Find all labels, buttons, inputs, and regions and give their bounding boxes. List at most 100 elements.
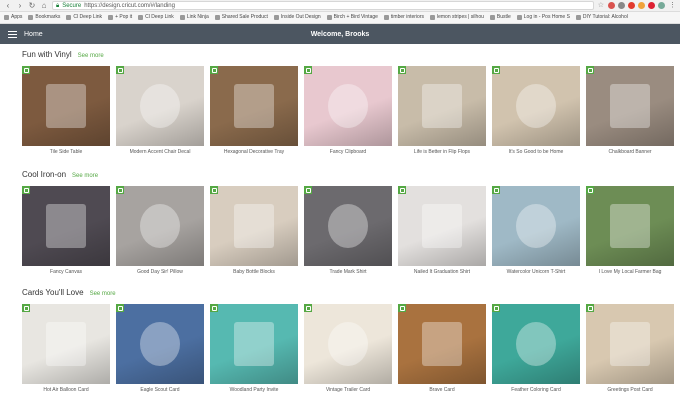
- project-thumbnail[interactable]: [304, 186, 392, 266]
- extension-icon[interactable]: [638, 2, 645, 9]
- project-thumbnail[interactable]: [492, 186, 580, 266]
- project-card[interactable]: Baby Bottle Blocks: [210, 186, 298, 275]
- project-title[interactable]: Trade Mark Shirt: [304, 269, 392, 275]
- project-thumbnail[interactable]: [304, 66, 392, 146]
- project-card[interactable]: Hexagonal Decorative Tray: [210, 66, 298, 155]
- project-title[interactable]: Tile Side Table: [22, 149, 110, 155]
- extension-icon[interactable]: [608, 2, 615, 9]
- project-title[interactable]: It's So Good to be Home: [492, 149, 580, 155]
- home-icon[interactable]: ⌂: [40, 1, 48, 10]
- project-title[interactable]: Nailed It Graduation Shirt: [398, 269, 486, 275]
- project-card[interactable]: Tile Side Table: [22, 66, 110, 155]
- project-thumbnail[interactable]: [22, 66, 110, 146]
- project-card[interactable]: Modern Accent Chair Decal: [116, 66, 204, 155]
- bookmark-item[interactable]: Shared Sale Product: [214, 15, 268, 20]
- project-card[interactable]: I Love My Local Farmer Bag: [586, 186, 674, 275]
- project-title[interactable]: Feather Coloring Card: [492, 387, 580, 393]
- welcome-message: Welcome, Brooks: [310, 30, 370, 38]
- project-title[interactable]: Vintage Trailer Card: [304, 387, 392, 393]
- project-thumbnail[interactable]: [398, 66, 486, 146]
- bookmark-item[interactable]: Cl Deep Link: [66, 15, 102, 20]
- project-image-shape: [328, 204, 368, 248]
- project-title[interactable]: Eagle Scout Card: [116, 387, 204, 393]
- back-icon[interactable]: ‹: [4, 1, 12, 10]
- extension-icon[interactable]: [658, 2, 665, 9]
- forward-icon[interactable]: ›: [16, 1, 24, 10]
- project-thumbnail[interactable]: [116, 304, 204, 384]
- project-thumbnail[interactable]: [398, 186, 486, 266]
- project-card[interactable]: Fancy Clipboard: [304, 66, 392, 155]
- project-card[interactable]: Nailed It Graduation Shirt: [398, 186, 486, 275]
- project-thumbnail[interactable]: [22, 304, 110, 384]
- project-thumbnail[interactable]: [586, 304, 674, 384]
- project-title[interactable]: Hexagonal Decorative Tray: [210, 149, 298, 155]
- project-title[interactable]: Fancy Canvas: [22, 269, 110, 275]
- project-card[interactable]: Watercolor Unicorn T-Shirt: [492, 186, 580, 275]
- url-text[interactable]: https://design.cricut.com/#/landing: [84, 3, 175, 9]
- bookmark-item[interactable]: Birch + Bird Vintage: [326, 15, 378, 20]
- project-title[interactable]: Modern Accent Chair Decal: [116, 149, 204, 155]
- project-thumbnail[interactable]: [304, 304, 392, 384]
- see-more-link[interactable]: See more: [78, 51, 104, 61]
- address-bar[interactable]: 🔒︎ Secure https://design.cricut.com/#/la…: [52, 1, 594, 10]
- project-title[interactable]: Chalkboard Banner: [586, 149, 674, 155]
- bookmark-item[interactable]: timber interiors: [383, 15, 424, 20]
- project-title[interactable]: Life is Better in Flip Flops: [398, 149, 486, 155]
- see-more-link[interactable]: See more: [72, 171, 98, 181]
- project-card[interactable]: Eagle Scout Card: [116, 304, 204, 393]
- bookmark-item[interactable]: DIY Tutorial: Alcohol: [575, 15, 628, 20]
- project-card[interactable]: Good Day Sir! Pillow: [116, 186, 204, 275]
- project-card[interactable]: Brave Card: [398, 304, 486, 393]
- project-title[interactable]: Woodland Party Invite: [210, 387, 298, 393]
- extension-icon[interactable]: [648, 2, 655, 9]
- project-thumbnail[interactable]: [210, 66, 298, 146]
- project-card[interactable]: Chalkboard Banner: [586, 66, 674, 155]
- project-thumbnail[interactable]: [398, 304, 486, 384]
- project-card[interactable]: Life is Better in Flip Flops: [398, 66, 486, 155]
- bookmark-item[interactable]: Apps: [4, 15, 22, 20]
- bookmark-item[interactable]: Bustle: [489, 15, 511, 20]
- extension-icon[interactable]: [618, 2, 625, 9]
- project-title[interactable]: Fancy Clipboard: [304, 149, 392, 155]
- bookmark-item[interactable]: Log in - Pos Home S: [516, 15, 570, 20]
- project-thumbnail[interactable]: [492, 66, 580, 146]
- project-thumbnail[interactable]: [210, 186, 298, 266]
- project-card[interactable]: Fancy Canvas: [22, 186, 110, 275]
- bookmark-item[interactable]: Inside Out Design: [273, 15, 321, 20]
- project-card[interactable]: Hot Air Balloon Card: [22, 304, 110, 393]
- bookmark-item[interactable]: + Pop it: [108, 15, 132, 20]
- bookmark-item[interactable]: Cl Deep Link: [138, 15, 174, 20]
- project-thumbnail[interactable]: [210, 304, 298, 384]
- project-card[interactable]: Vintage Trailer Card: [304, 304, 392, 393]
- project-thumbnail[interactable]: [116, 66, 204, 146]
- project-thumbnail[interactable]: [586, 186, 674, 266]
- project-title[interactable]: I Love My Local Farmer Bag: [586, 269, 674, 275]
- bookmark-item[interactable]: lemon stripes | silhou: [430, 15, 484, 20]
- project-title[interactable]: Hot Air Balloon Card: [22, 387, 110, 393]
- home-link[interactable]: Home: [24, 31, 43, 38]
- project-title[interactable]: Good Day Sir! Pillow: [116, 269, 204, 275]
- project-title[interactable]: Brave Card: [398, 387, 486, 393]
- hamburger-menu-icon[interactable]: [0, 24, 24, 44]
- project-thumbnail[interactable]: [116, 186, 204, 266]
- project-thumbnail[interactable]: [492, 304, 580, 384]
- see-more-link[interactable]: See more: [90, 289, 116, 299]
- project-card[interactable]: It's So Good to be Home: [492, 66, 580, 155]
- project-card[interactable]: Trade Mark Shirt: [304, 186, 392, 275]
- bookmark-item[interactable]: Bookmarks: [28, 15, 60, 20]
- star-icon[interactable]: ☆: [598, 2, 604, 9]
- project-thumbnail[interactable]: [22, 186, 110, 266]
- project-title[interactable]: Watercolor Unicorn T-Shirt: [492, 269, 580, 275]
- project-card[interactable]: Woodland Party Invite: [210, 304, 298, 393]
- project-image-shape: [46, 322, 86, 366]
- project-title[interactable]: Baby Bottle Blocks: [210, 269, 298, 275]
- bookmark-item[interactable]: Link Ninja: [179, 15, 209, 20]
- project-card[interactable]: Greetings Post Card: [586, 304, 674, 393]
- browser-menu-icon[interactable]: ⋮: [669, 2, 676, 9]
- project-title[interactable]: Greetings Post Card: [586, 387, 674, 393]
- project-thumbnail[interactable]: [586, 66, 674, 146]
- project-card[interactable]: Feather Coloring Card: [492, 304, 580, 393]
- reload-icon[interactable]: ↻: [28, 1, 36, 10]
- extension-icon[interactable]: [628, 2, 635, 9]
- bookmark-label: Cl Deep Link: [145, 14, 174, 20]
